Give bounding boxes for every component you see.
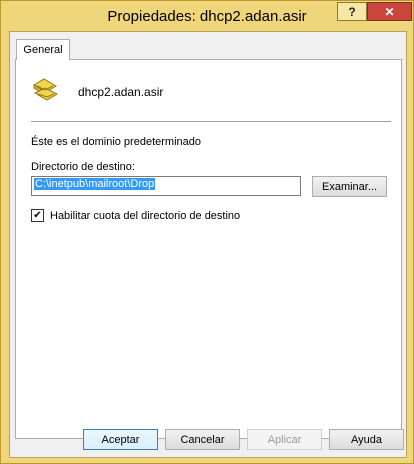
close-button[interactable]: ✕: [367, 2, 412, 21]
default-domain-text: Éste es el dominio predeterminado: [31, 136, 201, 148]
tab-general[interactable]: General: [16, 39, 70, 60]
directory-value: C:\inetpub\mailroot\Drop: [34, 178, 156, 190]
general-tab-panel: dhcp2.adan.asir Éste es el dominio prede…: [15, 59, 402, 439]
browse-button[interactable]: Examinar...: [312, 176, 387, 197]
ok-button[interactable]: Aceptar: [83, 429, 158, 450]
help-title-button[interactable]: ?: [337, 2, 367, 21]
quota-checkbox-row[interactable]: ✔ Habilitar cuota del directorio de dest…: [31, 209, 240, 222]
site-name: dhcp2.adan.asir: [78, 85, 164, 99]
title-bar[interactable]: Propiedades: dhcp2.adan.asir ? ✕: [1, 1, 413, 31]
apply-button[interactable]: Aplicar: [247, 429, 322, 450]
quota-checkbox-label[interactable]: Habilitar cuota del directorio de destin…: [50, 210, 240, 222]
properties-dialog: Propiedades: dhcp2.adan.asir ? ✕ General…: [0, 0, 414, 464]
domain-icon: [33, 78, 59, 101]
dialog-body: General dhcp2.adan.asir Éste es el domin…: [9, 31, 407, 458]
directory-label: Directorio de destino:: [31, 161, 135, 173]
help-button[interactable]: Ayuda: [329, 429, 404, 450]
quota-checkbox[interactable]: ✔: [31, 209, 44, 222]
cancel-button[interactable]: Cancelar: [165, 429, 240, 450]
separator: [31, 121, 391, 123]
directory-input[interactable]: C:\inetpub\mailroot\Drop: [31, 176, 301, 196]
